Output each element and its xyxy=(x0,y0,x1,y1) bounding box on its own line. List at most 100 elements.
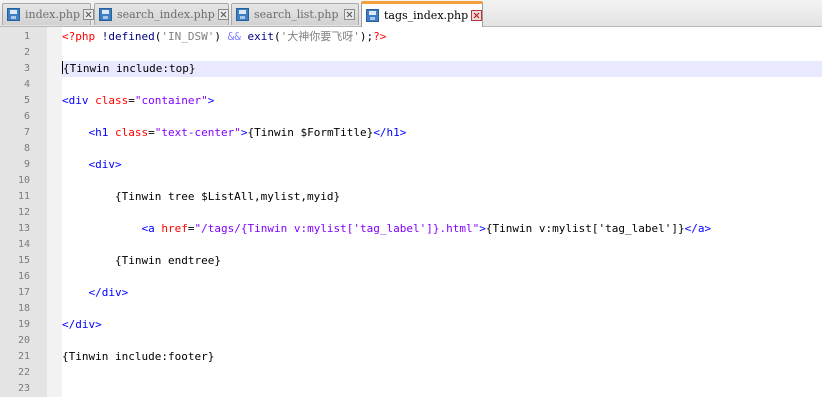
line-number: 10 xyxy=(17,175,30,186)
line-number: 20 xyxy=(17,335,30,346)
code-token: "container" xyxy=(134,94,208,107)
code-token: ?> xyxy=(373,30,387,43)
code-token: <div> xyxy=(88,158,122,171)
close-icon[interactable] xyxy=(83,9,95,20)
floppy-disk-icon xyxy=(236,8,249,21)
tab-label: search_index.php xyxy=(117,8,215,21)
code-token: {Tinwin include:footer} xyxy=(62,350,215,363)
code-token: </div> xyxy=(88,286,129,299)
line-number: 4 xyxy=(23,79,30,90)
code-token: ) xyxy=(214,30,228,43)
tab-index-php[interactable]: index.php xyxy=(2,3,95,25)
tab-label: tags_index.php xyxy=(384,9,469,22)
tab-search-index-php[interactable]: search_index.php xyxy=(94,3,229,25)
line-number: 5 xyxy=(23,95,30,106)
code-token: href xyxy=(161,222,188,235)
line-number: 8 xyxy=(23,143,30,154)
tab-search-list-php[interactable]: search_list.php xyxy=(231,3,359,25)
floppy-disk-icon xyxy=(366,9,379,22)
code-line[interactable] xyxy=(62,365,822,381)
fold-margin xyxy=(47,27,107,397)
code-area[interactable]: <?php !defined('IN_DSW') && exit('大神你要飞呀… xyxy=(62,27,822,397)
line-number: 12 xyxy=(17,207,30,218)
code-line[interactable] xyxy=(62,381,822,397)
code-token: {Tinwin endtree} xyxy=(62,254,221,267)
code-line[interactable]: <h1 class="text-center">{Tinwin $FormTit… xyxy=(62,125,822,141)
close-icon[interactable] xyxy=(471,10,483,21)
code-token: <a xyxy=(141,222,162,235)
code-token: </div> xyxy=(62,318,102,331)
line-number: 13 xyxy=(17,223,30,234)
code-token: ( xyxy=(273,30,281,43)
tab-label: search_list.php xyxy=(254,8,339,21)
code-token: {Tinwin tree $ListAll,mylist,myid} xyxy=(62,190,341,203)
code-line[interactable] xyxy=(62,109,822,125)
code-token: > xyxy=(207,94,215,107)
code-token: exit xyxy=(247,30,274,43)
code-token: "/tags/{Tinwin v:mylist['tag_label']}.ht… xyxy=(194,222,480,235)
tab-label: index.php xyxy=(25,8,81,21)
code-token: <h1 xyxy=(88,126,115,139)
code-token: !defined xyxy=(101,30,155,43)
code-token: = xyxy=(128,94,135,107)
line-number: 6 xyxy=(23,111,30,122)
code-line[interactable] xyxy=(62,269,822,285)
code-token: <div xyxy=(62,94,96,107)
code-token: </a> xyxy=(684,222,712,235)
floppy-disk-icon xyxy=(7,8,20,21)
line-number: 22 xyxy=(17,367,30,378)
floppy-disk-icon xyxy=(99,8,112,21)
close-icon[interactable] xyxy=(344,9,355,20)
tab-bar: index.php search_index.php search_list.p… xyxy=(0,0,822,27)
line-number: 11 xyxy=(17,191,30,202)
line-number: 16 xyxy=(17,271,30,282)
line-number: 3 xyxy=(23,63,30,74)
line-number: 21 xyxy=(17,351,30,362)
code-line[interactable]: {Tinwin endtree} xyxy=(62,253,822,269)
code-line[interactable]: {Tinwin include:top} xyxy=(62,61,822,77)
line-number: 2 xyxy=(23,47,30,58)
code-token: > xyxy=(479,222,486,235)
code-line[interactable] xyxy=(62,301,822,317)
line-number: 23 xyxy=(17,383,30,394)
code-token: = xyxy=(148,126,155,139)
code-line[interactable] xyxy=(62,173,822,189)
code-token: </h1> xyxy=(373,126,407,139)
code-line[interactable]: <div class="container"> xyxy=(62,93,822,109)
code-token: ); xyxy=(359,30,374,43)
code-token: 'IN_DSW' xyxy=(161,30,215,43)
code-line[interactable]: </div> xyxy=(62,285,822,301)
line-number: 9 xyxy=(23,159,30,170)
code-line[interactable]: {Tinwin include:footer} xyxy=(62,349,822,365)
code-token: <?php xyxy=(62,30,102,43)
code-line[interactable]: <a href="/tags/{Tinwin v:mylist['tag_lab… xyxy=(62,221,822,237)
code-token: {Tinwin v:mylist['tag_label']} xyxy=(485,222,685,235)
line-number: 17 xyxy=(17,287,30,298)
code-token: {Tinwin include:top} xyxy=(63,62,196,75)
code-token: class xyxy=(95,94,129,107)
code-editor[interactable]: 1 2 3 4 5 6 7 8 9 10 11 12 13 14 15 16 17 18 19 20 21 22 23 <?… xyxy=(0,27,822,397)
line-number: 18 xyxy=(17,303,30,314)
code-line[interactable]: <div> xyxy=(62,157,822,173)
code-token: '大神你要飞呀' xyxy=(280,30,360,43)
code-line[interactable] xyxy=(62,237,822,253)
close-icon[interactable] xyxy=(217,9,229,20)
code-line[interactable] xyxy=(62,141,822,157)
line-number: 19 xyxy=(17,319,30,330)
tab-tags-index-php[interactable]: tags_index.php xyxy=(361,1,483,27)
code-line[interactable] xyxy=(62,333,822,349)
line-number: 7 xyxy=(23,127,30,138)
code-line[interactable] xyxy=(62,77,822,93)
code-line[interactable] xyxy=(62,205,822,221)
line-number-gutter: 1 2 3 4 5 6 7 8 9 10 11 12 13 14 15 16 17 18 19 20 21 22 23 xyxy=(0,27,47,397)
code-line[interactable]: {Tinwin tree $ListAll,mylist,myid} xyxy=(62,189,822,205)
code-token: class xyxy=(115,126,149,139)
line-number: 15 xyxy=(17,255,30,266)
code-line[interactable]: </div> xyxy=(62,317,822,333)
code-token: "text-center" xyxy=(154,126,241,139)
code-token: && xyxy=(227,30,241,43)
code-line[interactable] xyxy=(62,45,822,61)
code-line[interactable]: <?php !defined('IN_DSW') && exit('大神你要飞呀… xyxy=(62,29,822,45)
